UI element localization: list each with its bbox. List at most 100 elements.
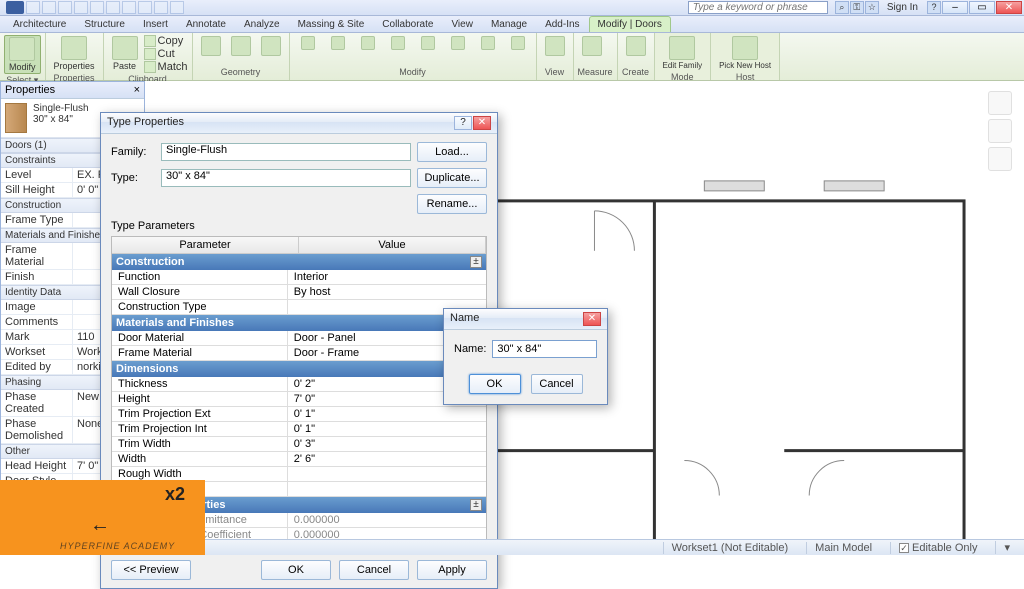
geom-button[interactable] (197, 35, 225, 57)
modify-button[interactable]: Modify (4, 35, 41, 74)
editable-only-toggle[interactable]: Editable Only (890, 542, 985, 554)
cancel-button[interactable]: Cancel (339, 560, 409, 580)
help-icon[interactable]: ? (454, 116, 472, 130)
modify-tool[interactable] (444, 35, 472, 51)
close-button[interactable]: ✕ (996, 1, 1022, 14)
collapse-icon[interactable]: ± (470, 499, 482, 511)
nav-home-icon[interactable] (988, 91, 1012, 115)
modify-tool[interactable] (354, 35, 382, 51)
view-button[interactable] (541, 35, 569, 57)
nav-pan-icon[interactable] (988, 147, 1012, 171)
create-button[interactable] (622, 35, 650, 57)
match-button[interactable]: Match (144, 61, 188, 73)
modify-tool[interactable] (414, 35, 442, 51)
modify-tool[interactable] (474, 35, 502, 51)
tab-modify-doors[interactable]: Modify | Doors (589, 16, 671, 32)
param-row[interactable]: Trim Projection Ext0' 1" (112, 407, 486, 422)
copy-button[interactable]: Copy (144, 35, 188, 47)
param-row[interactable]: Height7' 0" (112, 392, 486, 407)
tab-annotate[interactable]: Annotate (177, 16, 235, 32)
apply-button[interactable]: Apply (417, 560, 487, 580)
qat-button[interactable] (138, 1, 152, 14)
tab-architecture[interactable]: Architecture (4, 16, 75, 32)
modify-tool[interactable] (384, 35, 412, 51)
pick-host-button[interactable]: Pick New Host (715, 35, 775, 71)
ok-button[interactable]: OK (469, 374, 521, 394)
param-group-header[interactable]: Construction± (112, 254, 486, 270)
maximize-button[interactable]: ▭ (969, 1, 995, 14)
tab-manage[interactable]: Manage (482, 16, 536, 32)
param-row[interactable]: Trim Projection Int0' 1" (112, 422, 486, 437)
qat-button[interactable] (74, 1, 88, 14)
tab-insert[interactable]: Insert (134, 16, 177, 32)
geom-button[interactable] (257, 35, 285, 57)
close-icon[interactable]: ✕ (473, 116, 491, 130)
param-value[interactable]: 0.000000 (288, 513, 486, 527)
param-value[interactable] (288, 482, 486, 496)
qat-button[interactable] (58, 1, 72, 14)
load-button[interactable]: Load... (417, 142, 487, 162)
paste-button[interactable]: Paste (108, 35, 142, 72)
qat-button[interactable] (106, 1, 120, 14)
param-row[interactable]: Wall ClosureBy host (112, 285, 486, 300)
workset-status[interactable]: Workset1 (Not Editable) (663, 542, 797, 554)
star-icon[interactable]: ☆ (865, 1, 879, 14)
tab-collaborate[interactable]: Collaborate (373, 16, 442, 32)
tab-analyze[interactable]: Analyze (235, 16, 289, 32)
tab-addins[interactable]: Add-Ins (536, 16, 588, 32)
cancel-button[interactable]: Cancel (531, 374, 583, 394)
help-icon[interactable]: ? (927, 1, 941, 14)
cut-button[interactable]: Cut (144, 48, 188, 60)
preview-button[interactable]: << Preview (111, 560, 191, 580)
name-input[interactable] (492, 340, 597, 358)
filter-icon[interactable]: ▾ (995, 541, 1018, 554)
search-input[interactable] (688, 1, 828, 14)
param-value[interactable]: 2' 6" (288, 452, 486, 466)
design-options[interactable]: Main Model (806, 542, 880, 554)
qat-button[interactable] (90, 1, 104, 14)
param-row[interactable]: Frame MaterialDoor - Frame (112, 346, 486, 361)
ok-button[interactable]: OK (261, 560, 331, 580)
signin-button[interactable]: Sign In (887, 2, 918, 13)
param-row[interactable]: Door MaterialDoor - Panel (112, 331, 486, 346)
tab-massing[interactable]: Massing & Site (289, 16, 374, 32)
geom-button[interactable] (227, 35, 255, 57)
qat-button[interactable] (154, 1, 168, 14)
param-value[interactable]: 0' 1" (288, 407, 486, 421)
nav-wheel-icon[interactable] (988, 119, 1012, 143)
param-row[interactable]: Thickness0' 2" (112, 377, 486, 392)
param-value[interactable]: 0' 3" (288, 437, 486, 451)
qat-button[interactable] (170, 1, 184, 14)
key-icon[interactable]: ⚿ (850, 1, 864, 14)
rename-button[interactable]: Rename... (417, 194, 487, 214)
param-row[interactable]: Construction Type (112, 300, 486, 315)
duplicate-button[interactable]: Duplicate... (417, 168, 487, 188)
modify-tool[interactable] (504, 35, 532, 51)
qat-button[interactable] (26, 1, 40, 14)
param-value[interactable]: By host (288, 285, 486, 299)
measure-button[interactable] (578, 35, 606, 57)
minimize-button[interactable]: – (942, 1, 968, 14)
app-icon[interactable] (6, 1, 24, 14)
edit-family-button[interactable]: Edit Family (659, 35, 707, 71)
param-value[interactable]: 0' 1" (288, 422, 486, 436)
modify-tool[interactable] (324, 35, 352, 51)
collapse-icon[interactable]: ± (470, 256, 482, 268)
qat-button[interactable] (42, 1, 56, 14)
param-value[interactable]: Interior (288, 270, 486, 284)
param-row[interactable]: FunctionInterior (112, 270, 486, 285)
close-icon[interactable]: ✕ (583, 312, 601, 326)
qat-button[interactable] (122, 1, 136, 14)
checkbox-icon[interactable] (899, 543, 909, 553)
param-group-header[interactable]: Materials and Finishes± (112, 315, 486, 331)
param-row[interactable]: Trim Width0' 3" (112, 437, 486, 452)
type-select[interactable]: 30" x 84" (161, 169, 411, 187)
param-row[interactable]: Width2' 6" (112, 452, 486, 467)
search-icon[interactable]: ⌕ (835, 1, 849, 14)
properties-button[interactable]: Properties (50, 35, 99, 72)
modify-tool[interactable] (294, 35, 322, 51)
tab-structure[interactable]: Structure (75, 16, 134, 32)
param-group-header[interactable]: Dimensions± (112, 361, 486, 377)
param-value[interactable] (288, 467, 486, 481)
family-select[interactable]: Single-Flush (161, 143, 411, 161)
